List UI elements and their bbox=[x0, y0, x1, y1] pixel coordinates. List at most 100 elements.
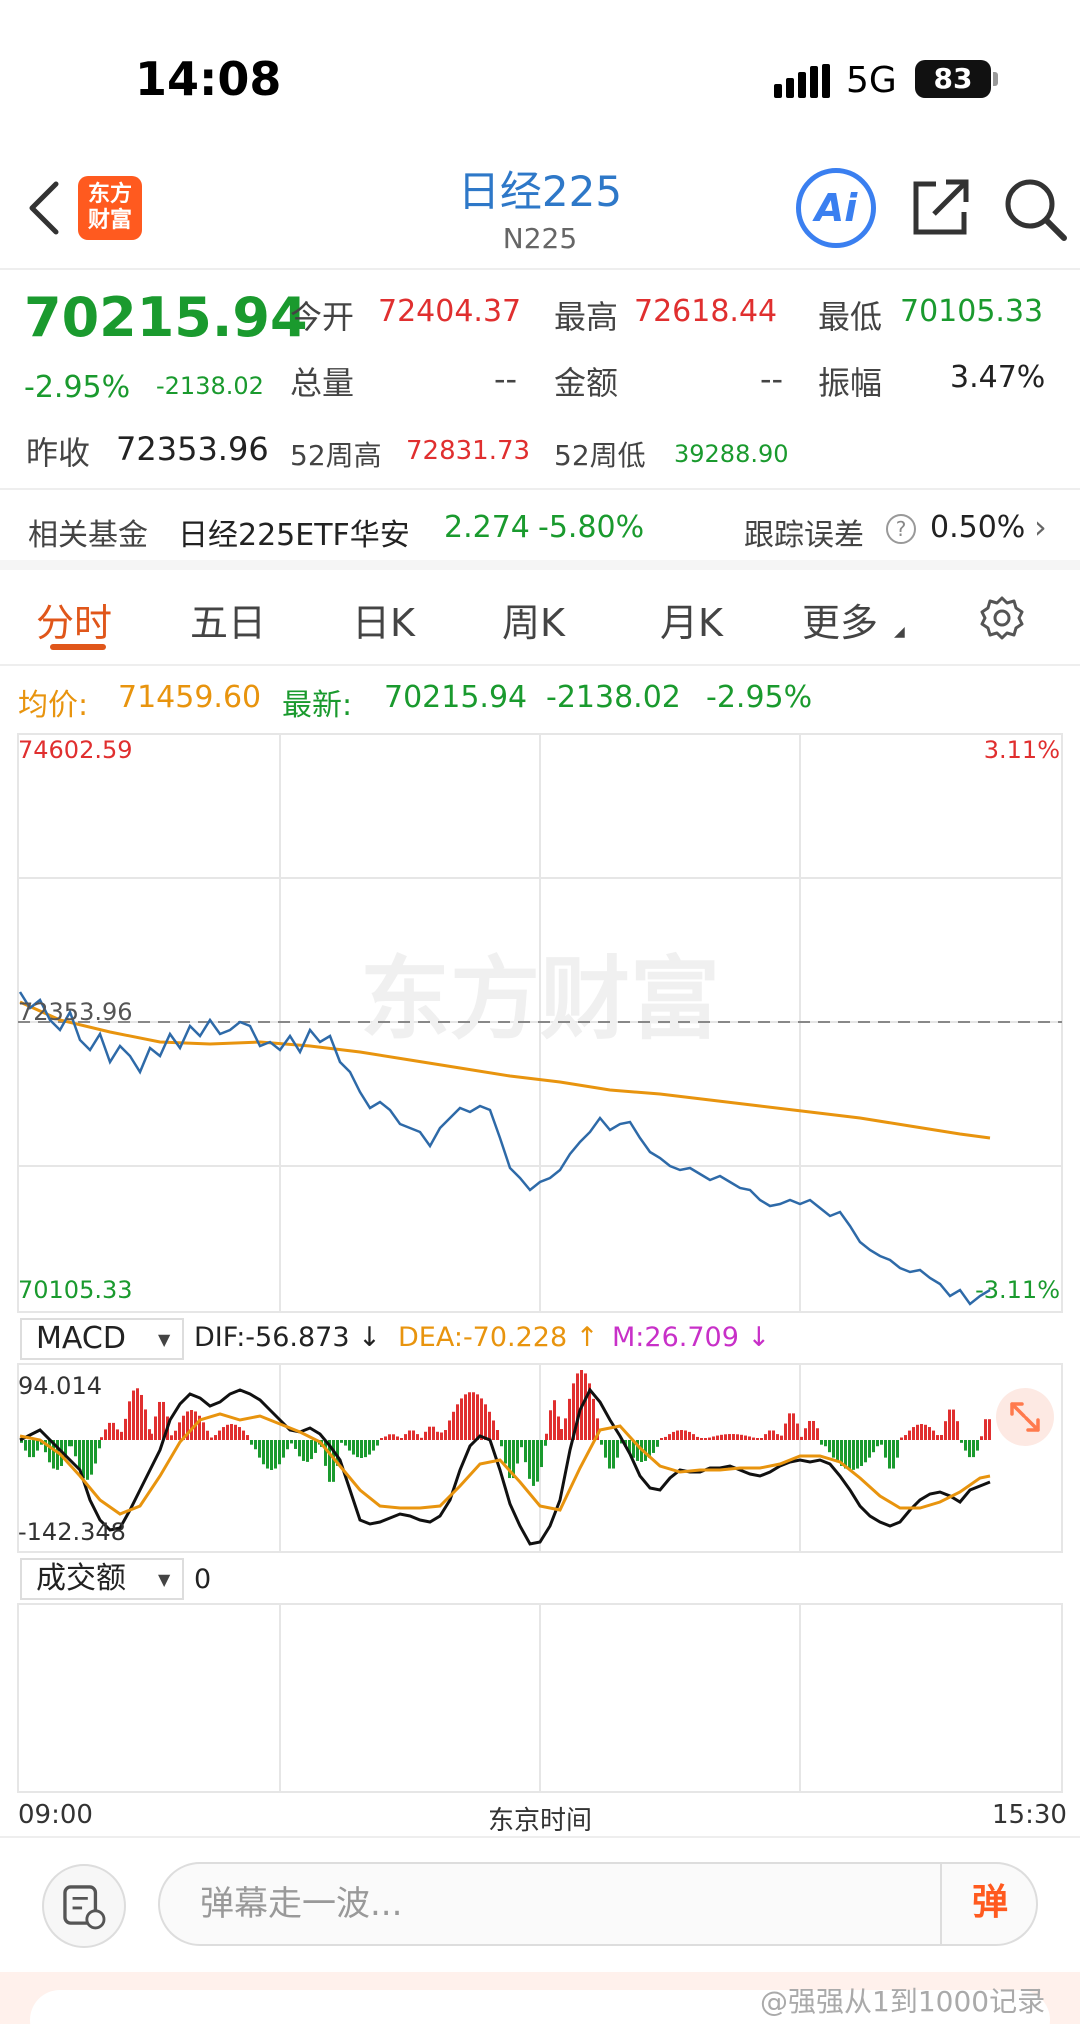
tab-weekly-k[interactable]: 周K bbox=[502, 592, 565, 647]
macd-bar bbox=[612, 1440, 615, 1469]
gear-icon[interactable] bbox=[978, 594, 1026, 642]
macd-bar bbox=[880, 1440, 883, 1445]
macd-bar bbox=[732, 1434, 735, 1440]
macd-bar bbox=[828, 1440, 831, 1453]
macd-bar bbox=[368, 1440, 371, 1455]
macd-bar bbox=[604, 1440, 607, 1458]
chevron-right-icon[interactable]: › bbox=[1034, 508, 1047, 546]
macd-bar bbox=[557, 1416, 560, 1440]
macd-bar bbox=[112, 1422, 115, 1440]
expand-icon[interactable] bbox=[996, 1388, 1054, 1446]
macd-bar bbox=[424, 1431, 427, 1440]
macd-bar bbox=[976, 1440, 979, 1451]
macd-bar bbox=[660, 1438, 663, 1440]
caret-down-icon: ◢ bbox=[894, 624, 905, 640]
macd-bar bbox=[266, 1440, 269, 1469]
tab-more[interactable]: 更多 bbox=[802, 592, 878, 647]
macd-bar bbox=[656, 1440, 659, 1447]
tab-monthly-k[interactable]: 月K bbox=[660, 592, 723, 647]
macd-bar bbox=[480, 1398, 483, 1440]
macd-bar bbox=[776, 1434, 779, 1440]
search-icon[interactable] bbox=[1002, 176, 1068, 242]
fund-name[interactable]: 日经225ETF华安 bbox=[178, 510, 410, 554]
tab-intraday[interactable]: 分时 bbox=[36, 592, 112, 647]
volume-grid bbox=[17, 1603, 1063, 1793]
macd-bar bbox=[692, 1434, 695, 1440]
macd-bar bbox=[70, 1440, 73, 1447]
macd-bar bbox=[282, 1440, 285, 1458]
macd-bar bbox=[48, 1440, 51, 1463]
latest-value: 70215.94 bbox=[384, 680, 528, 715]
macd-bar bbox=[892, 1440, 895, 1469]
caret-down-icon: ▼ bbox=[158, 1570, 171, 1589]
avg-price-label: 均价: bbox=[18, 688, 89, 723]
macd-bar bbox=[452, 1411, 455, 1440]
help-icon[interactable]: ? bbox=[886, 514, 916, 544]
y-max-label: 74602.59 bbox=[18, 736, 133, 764]
macd-bar bbox=[400, 1438, 403, 1440]
macd-bar bbox=[744, 1435, 747, 1440]
macd-bar bbox=[258, 1440, 261, 1458]
ai-button[interactable]: Ai bbox=[796, 168, 876, 248]
macd-bar bbox=[432, 1426, 435, 1440]
macd-bar bbox=[956, 1421, 959, 1440]
macd-bar bbox=[298, 1440, 301, 1457]
w52-high-label: 52周高 bbox=[290, 439, 382, 472]
volume-value: 0 bbox=[194, 1564, 212, 1595]
macd-bar bbox=[553, 1400, 556, 1440]
macd-bar bbox=[392, 1434, 395, 1440]
macd-bar bbox=[820, 1440, 823, 1445]
macd-bar bbox=[544, 1440, 547, 1446]
share-icon[interactable] bbox=[910, 176, 972, 238]
macd-bar bbox=[412, 1430, 415, 1440]
intraday-chart[interactable]: 东方财富 74602.59 3.11% 72353.96 70105.33 -3… bbox=[0, 730, 1080, 1800]
macd-bar bbox=[816, 1428, 819, 1440]
macd-bar bbox=[664, 1436, 667, 1440]
macd-top-value: 94.014 bbox=[18, 1372, 102, 1400]
caret-down-icon: ▼ bbox=[158, 1330, 171, 1349]
macd-bar bbox=[712, 1436, 715, 1440]
macd-bar bbox=[310, 1440, 313, 1460]
danmu-send-button[interactable]: 弹 bbox=[940, 1862, 1038, 1946]
macd-m: M:26.709 ↓ bbox=[612, 1322, 771, 1353]
macd-bar bbox=[82, 1440, 85, 1479]
macd-bar bbox=[848, 1440, 851, 1470]
current-price: 70215.94 bbox=[24, 286, 308, 349]
macd-bar bbox=[36, 1440, 39, 1451]
macd-bar bbox=[380, 1438, 383, 1440]
macd-bar bbox=[924, 1424, 927, 1440]
w52-low-value: 39288.90 bbox=[674, 440, 789, 468]
macd-bar bbox=[250, 1440, 253, 1445]
macd-bar bbox=[676, 1430, 679, 1440]
macd-bar bbox=[230, 1424, 233, 1440]
macd-bar bbox=[98, 1440, 101, 1449]
macd-bar bbox=[960, 1440, 963, 1443]
latest-label: 最新: bbox=[282, 688, 353, 723]
macd-bar bbox=[740, 1434, 743, 1440]
danmu-input[interactable]: 弹幕走一波... bbox=[158, 1862, 1038, 1946]
macd-bar bbox=[884, 1440, 887, 1458]
macd-bar bbox=[988, 1419, 991, 1440]
macd-bar bbox=[496, 1430, 499, 1440]
macd-bar bbox=[94, 1440, 97, 1464]
macd-bar bbox=[984, 1419, 987, 1440]
macd-bar bbox=[980, 1436, 983, 1440]
macd-bar bbox=[376, 1440, 379, 1446]
macd-bar bbox=[262, 1440, 265, 1465]
tab-five-day[interactable]: 五日 bbox=[190, 592, 266, 647]
macd-bar bbox=[448, 1420, 451, 1440]
macd-bar bbox=[944, 1421, 947, 1440]
macd-bar bbox=[420, 1437, 423, 1440]
macd-bar bbox=[116, 1429, 119, 1440]
macd-bar bbox=[804, 1428, 807, 1440]
tab-daily-k[interactable]: 日K bbox=[352, 592, 415, 647]
note-settings-icon[interactable] bbox=[42, 1864, 126, 1948]
macd-bar bbox=[396, 1436, 399, 1440]
macd-bar bbox=[464, 1394, 467, 1440]
macd-bar bbox=[932, 1430, 935, 1440]
battery-tip bbox=[993, 72, 998, 86]
macd-bar bbox=[800, 1436, 803, 1440]
y-min-pct-label: -3.11% bbox=[975, 1276, 1060, 1304]
low-label: 最低 bbox=[818, 298, 883, 336]
macd-bar bbox=[760, 1438, 763, 1440]
